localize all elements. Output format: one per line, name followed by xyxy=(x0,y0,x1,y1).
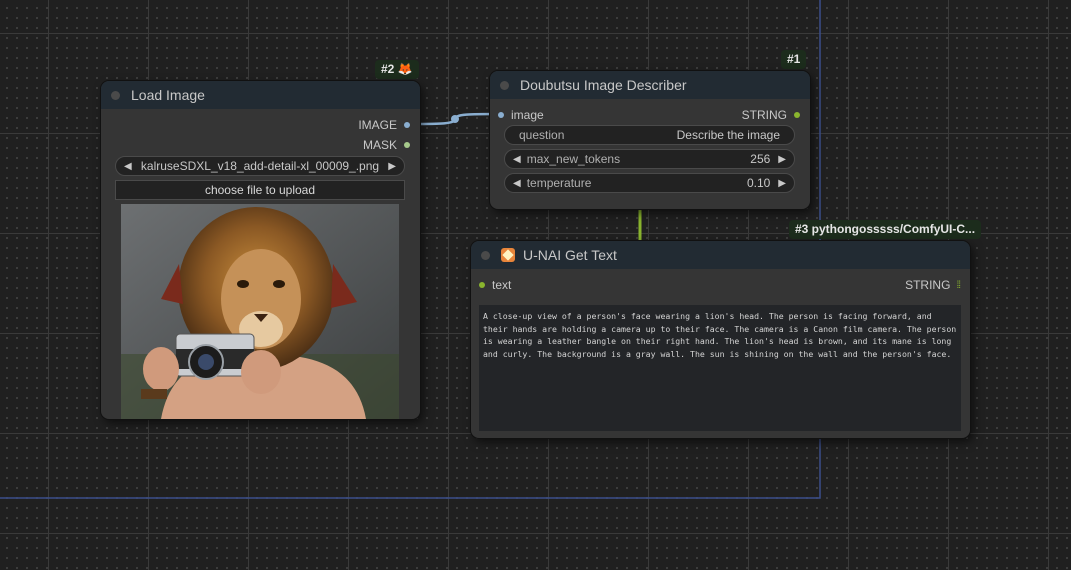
node-title: Load Image xyxy=(131,87,205,103)
doubutsu-describer-node[interactable]: Doubutsu Image Describer image STRING qu… xyxy=(490,71,810,209)
triangle-left-icon[interactable]: ◀ xyxy=(124,161,132,172)
input-slot-image[interactable]: image xyxy=(498,108,544,122)
link-center-dot[interactable] xyxy=(451,115,459,123)
sparkle-icon xyxy=(501,248,515,262)
widget-value: 0.10 xyxy=(746,176,771,190)
slot-label: text xyxy=(492,278,512,292)
triangle-right-icon[interactable]: ▶ xyxy=(388,161,396,172)
output-slot-image[interactable]: IMAGE xyxy=(358,118,410,132)
collapse-dot-icon[interactable] xyxy=(500,80,509,90)
output-slot-mask[interactable]: MASK xyxy=(363,138,410,152)
image-file-selector[interactable]: ◀ kalruseSDXL_v18_add-detail-xl_00009_.p… xyxy=(115,156,405,176)
slot-label: IMAGE xyxy=(358,118,397,132)
slot-label: image xyxy=(511,108,544,122)
widget-value: Describe the image xyxy=(676,128,780,142)
triangle-left-icon[interactable]: ◀ xyxy=(513,178,521,189)
upload-button[interactable]: choose file to upload xyxy=(115,180,405,200)
collapse-dot-icon[interactable] xyxy=(111,90,120,100)
node-title: U-NAI Get Text xyxy=(523,247,617,263)
get-text-node[interactable]: U-NAI Get Text text STRING ⁞⁞ A close-up… xyxy=(471,241,970,438)
slot-label: STRING xyxy=(741,108,787,122)
node-id-badge: #3 pythongosssss/ComfyUI-C... xyxy=(789,220,982,239)
node-id-badge: #2 🦊 xyxy=(375,60,419,79)
slot-dot-icon[interactable] xyxy=(404,142,410,148)
slot-label: STRING xyxy=(905,278,951,292)
widget-label: max_new_tokens xyxy=(526,152,621,166)
temperature-stepper[interactable]: ◀ temperature 0.10 ▶ xyxy=(504,173,795,193)
grid-dots-icon[interactable]: ⁞⁞ xyxy=(956,280,960,291)
slot-dot-icon[interactable] xyxy=(498,112,504,118)
load-image-node[interactable]: Load Image IMAGE MASK ◀ kalruseSDXL_v18_… xyxy=(101,81,420,419)
node-header[interactable]: Load Image xyxy=(101,81,420,109)
output-text-area[interactable]: A close-up view of a person's face weari… xyxy=(479,305,961,431)
output-slot-string[interactable]: STRING xyxy=(742,108,800,122)
image-preview xyxy=(121,204,399,419)
output-slot-string[interactable]: STRING ⁞⁞ xyxy=(905,278,961,292)
slot-dot-icon[interactable] xyxy=(794,112,800,118)
triangle-right-icon[interactable]: ▶ xyxy=(778,178,786,189)
triangle-left-icon[interactable]: ◀ xyxy=(513,154,521,165)
collapse-dot-icon[interactable] xyxy=(481,250,490,260)
question-field[interactable]: question Describe the image xyxy=(504,125,795,145)
node-title: Doubutsu Image Describer xyxy=(520,77,687,93)
max-new-tokens-stepper[interactable]: ◀ max_new_tokens 256 ▶ xyxy=(504,149,795,169)
input-slot-text[interactable]: text xyxy=(479,278,511,292)
widget-label: question xyxy=(519,128,565,142)
slot-dot-icon[interactable] xyxy=(479,282,485,288)
node-header[interactable]: Doubutsu Image Describer xyxy=(490,71,810,99)
node-header[interactable]: U-NAI Get Text xyxy=(471,241,970,269)
slot-dot-icon[interactable] xyxy=(404,122,410,128)
widget-label: temperature xyxy=(526,176,592,190)
widget-value: 256 xyxy=(750,152,771,166)
slot-label: MASK xyxy=(362,138,397,152)
triangle-right-icon[interactable]: ▶ xyxy=(778,154,786,165)
filename-value: kalruseSDXL_v18_add-detail-xl_00009_.png xyxy=(140,159,380,173)
node-id-badge: #1 xyxy=(781,50,807,69)
